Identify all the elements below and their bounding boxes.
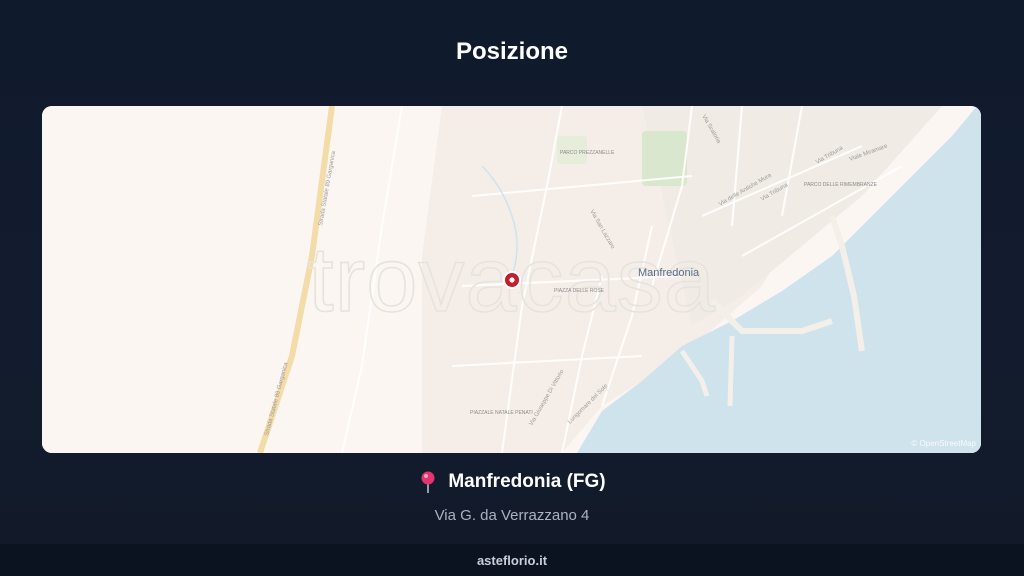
site-link[interactable]: asteflorio.it	[477, 553, 547, 568]
location-line: Manfredonia (FG)	[418, 470, 606, 494]
map-pin-icon	[418, 470, 438, 494]
location-info: Manfredonia (FG) Via G. da Verrazzano 4	[0, 470, 1024, 524]
map-attribution: © OpenStreetMap	[911, 439, 976, 448]
street-address: Via G. da Verrazzano 4	[434, 507, 590, 524]
page-title: Posizione	[455, 38, 569, 65]
location-marker-icon[interactable]	[503, 271, 521, 289]
park-label: PARCO PREZZANELLE	[560, 150, 615, 156]
park-label: PARCO DELLE RIMEMBRANZE	[804, 182, 878, 188]
square-label: PIAZZA DELLE ROSE	[554, 288, 605, 294]
city-map-label: Manfredonia	[638, 267, 700, 279]
map-canvas: trovacasa Strada Statale 89 Garganica St…	[42, 106, 981, 453]
footer: asteflorio.it	[0, 544, 1024, 576]
location-map[interactable]: trovacasa Strada Statale 89 Garganica St…	[42, 106, 981, 453]
square-label: PIAZZALE NATALE PENATI	[470, 410, 533, 416]
city-name: Manfredonia (FG)	[448, 471, 606, 492]
